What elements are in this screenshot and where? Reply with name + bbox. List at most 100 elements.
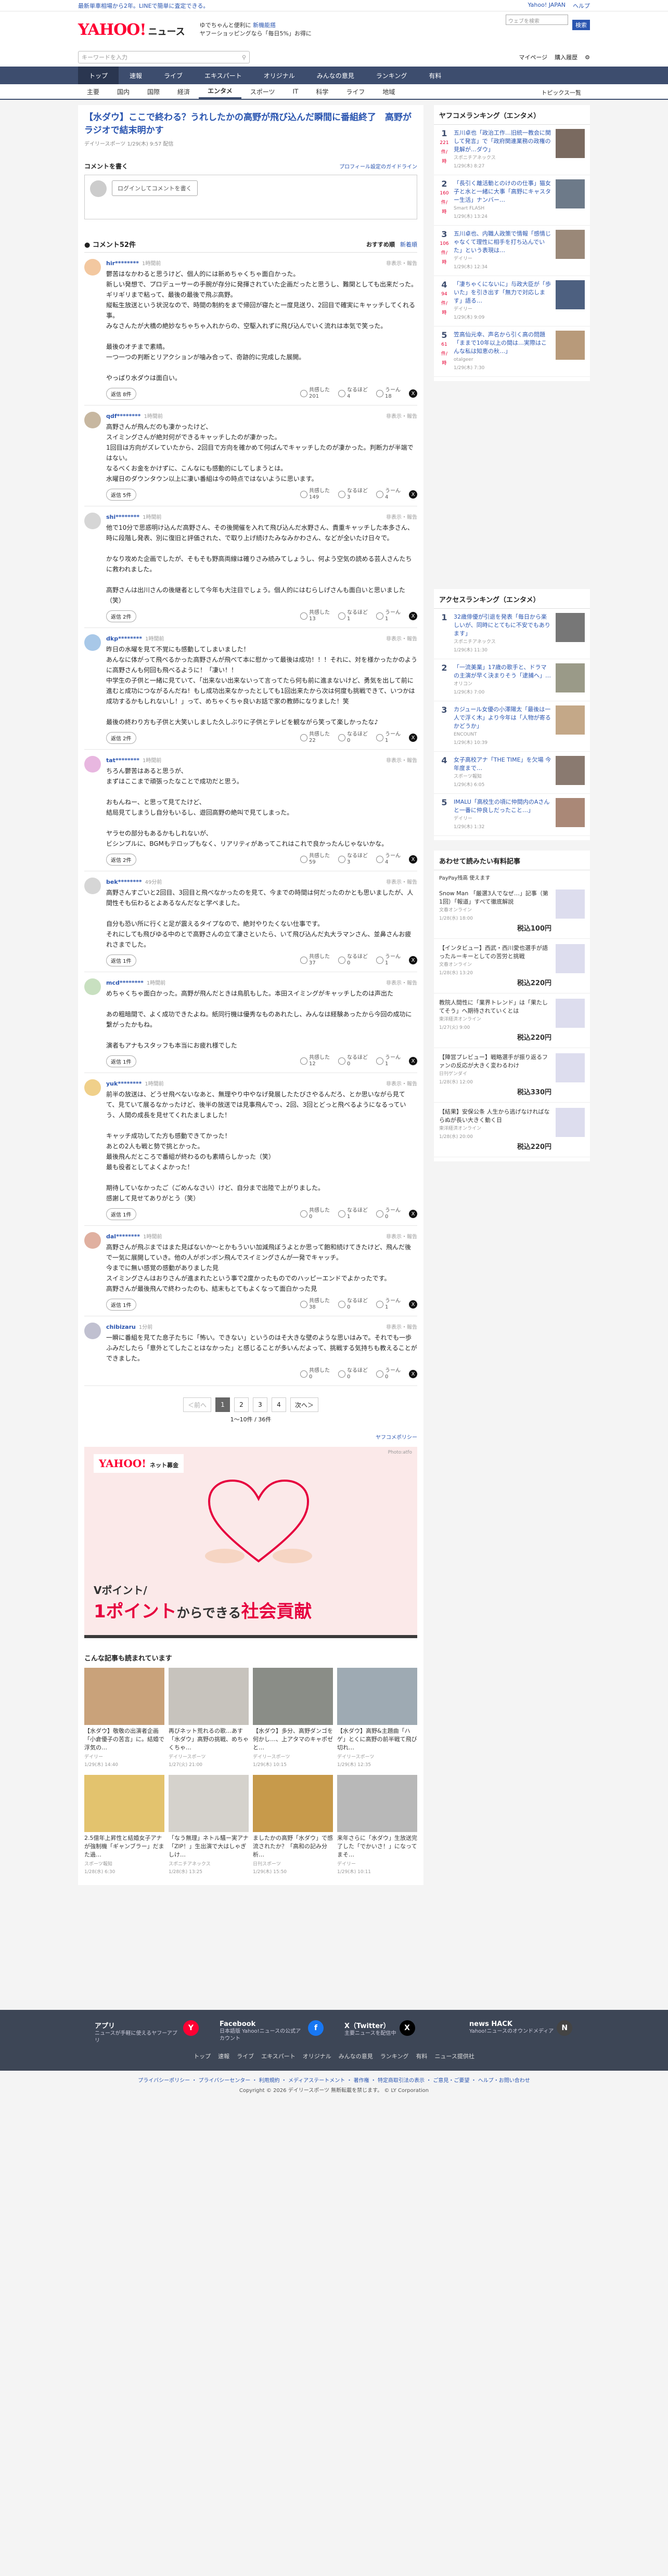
insight-button[interactable]: なるほど 1 <box>338 610 368 622</box>
footer-nav-item[interactable]: オリジナル <box>303 2052 331 2060</box>
comment-user[interactable]: dkp******** <box>106 635 142 642</box>
insight-button[interactable]: なるほど 0 <box>338 1368 368 1380</box>
avatar[interactable] <box>84 513 101 529</box>
disagree-button[interactable]: うーん 4 <box>376 488 401 501</box>
gnav-item[interactable]: 有料 <box>418 67 452 84</box>
gnav-item[interactable]: ライブ <box>153 67 194 84</box>
ranking-thumbnail[interactable] <box>556 331 585 360</box>
ranking-thumbnail[interactable] <box>556 798 585 827</box>
empathy-button[interactable]: 共感した 37 <box>300 954 330 966</box>
donation-banner[interactable]: YAHOO! ネット募金 Photo:atfo Vポイント/ 1ポイントからでき… <box>84 1447 417 1638</box>
x-share-icon[interactable]: X <box>409 1057 417 1065</box>
paid-article-item[interactable]: 【結果】安保公条 人生から逃げなければならぬが長い大きく動く日 東洋経済オンライン… <box>434 1103 590 1157</box>
disagree-button[interactable]: うーん 18 <box>376 387 401 400</box>
disagree-button[interactable]: うーん 1 <box>376 954 401 966</box>
article-thumbnail[interactable] <box>169 1775 249 1832</box>
avatar[interactable] <box>84 634 101 651</box>
comment-user[interactable]: bek******** <box>106 879 142 885</box>
yahoo-news-logo[interactable]: YAHOO! ニュース <box>78 21 185 39</box>
recommended-article[interactable]: ましたかの高野「水ダウ」で感流されたか？「高和の記み分析… 日刊スポーツ 1/29(… <box>253 1775 333 1875</box>
gnav-item[interactable]: オリジナル <box>253 67 306 84</box>
paid-article-thumbnail[interactable] <box>556 1108 585 1137</box>
gnav-item[interactable]: エキスパート <box>194 67 253 84</box>
gnav-item[interactable]: みんなの意見 <box>306 67 365 84</box>
gnav-item[interactable]: 速報 <box>119 67 153 84</box>
ranking-title[interactable]: 女子高校アナ「THE TIME」を欠場 今年度まで… <box>454 756 551 772</box>
header-promo[interactable]: ゆでちゃんと便利に 新機能搭 ヤフーショッピングなら「毎日5%」お得に <box>200 21 312 38</box>
article-thumbnail[interactable] <box>337 1668 417 1725</box>
footer-nav-item[interactable]: 速報 <box>218 2052 229 2060</box>
ranking-thumbnail[interactable] <box>556 179 585 208</box>
ranking-title[interactable]: カジュール女優の小澤陽太「最後は一人で浮く木」より今年は「人物が寄るかどうか」 <box>454 706 551 729</box>
disagree-button[interactable]: うーん 1 <box>376 731 401 744</box>
insight-button[interactable]: なるほど 3 <box>338 488 368 501</box>
footer-nav-item[interactable]: トップ <box>194 2052 211 2060</box>
access-ranking-item[interactable]: 4 女子高校アナ「THE TIME」を欠場 今年度まで… スポーツ報知 1/29(木)… <box>434 752 590 794</box>
avatar[interactable] <box>84 1232 101 1249</box>
recommended-article[interactable]: 【水ダウ】多分、高野ダンゴを何かし…、上アタマのキャポゼと… デイリースポーツ 1/… <box>253 1668 333 1768</box>
empathy-button[interactable]: 共感した 38 <box>300 1298 330 1311</box>
access-ranking-item[interactable]: 1 32歳俳優が引退を発表「毎日から楽しいが、同時にとてもに不安でもあります」 スポ… <box>434 609 590 659</box>
empathy-button[interactable]: 共感した 12 <box>300 1055 330 1067</box>
legal-links[interactable]: プライバシーポリシー ・ プライバシーセンター ・ 利用規約 ・ メディアステー… <box>0 2076 668 2084</box>
article-title[interactable]: 来年さらに「水ダウ」生放送完了した「でかいさ！」になってまそ… <box>337 1834 417 1859</box>
report-link[interactable]: 非表示・報告 <box>386 878 417 885</box>
disagree-button[interactable]: うーん 1 <box>376 1055 401 1067</box>
footer-app-link[interactable]: Facebook 日本語版 Yahoo!ニュースの公式アカウント f <box>220 2020 324 2045</box>
purchase-history-link[interactable]: 購入履歴 <box>555 53 577 61</box>
article-thumbnail[interactable] <box>253 1775 333 1832</box>
reply-button[interactable]: 返信 1件 <box>106 1298 136 1311</box>
x-share-icon[interactable]: X <box>409 612 417 620</box>
insight-button[interactable]: なるほど 0 <box>338 1298 368 1311</box>
yahoo-comment-policy-link[interactable]: ヤフコメポリシー <box>84 1433 417 1441</box>
disagree-button[interactable]: うーん 1 <box>376 610 401 622</box>
ranking-thumbnail[interactable] <box>556 280 585 309</box>
comment-user[interactable]: hir******** <box>106 260 139 267</box>
report-link[interactable]: 非表示・報告 <box>386 634 417 642</box>
x-share-icon[interactable]: X <box>409 490 417 499</box>
x-share-icon[interactable]: X <box>409 855 417 864</box>
prev-page-button[interactable]: ＜前へ <box>183 1397 211 1412</box>
disagree-button[interactable]: うーん 0 <box>376 1368 401 1380</box>
snav-item[interactable]: 国内 <box>108 84 138 99</box>
article-title[interactable]: 「なう無理」ネトル騒ー実アナ「ZIP！」生出演で大はしゃぎしけ… <box>169 1834 249 1859</box>
recommended-article[interactable]: 2.5億年上昇性と結婚女子アナが強制機「ギャンブラー」だまた過… スポーツ報知 1/… <box>84 1775 164 1875</box>
insight-button[interactable]: なるほど 0 <box>338 1055 368 1067</box>
footer-nav-item[interactable]: ライブ <box>237 2052 254 2060</box>
web-search-button[interactable]: 検索 <box>572 20 590 30</box>
footer-app-link[interactable]: news HACK Yahoo!ニュースのオウンドメディア N <box>469 2020 573 2045</box>
article-thumbnail[interactable] <box>84 1668 164 1725</box>
paid-article-thumbnail[interactable] <box>556 1053 585 1082</box>
ranking-title[interactable]: 「一流美業」17歳の歌手と、ドラマの主演が早く決まりそう「逮捕へ」… <box>454 664 551 679</box>
report-link[interactable]: 非表示・報告 <box>386 259 417 267</box>
ranking-title[interactable]: 「凄ちゃくにないに」与政大臣が「歩いた」を引き出す「無力で対応します」語る… <box>454 281 551 304</box>
empathy-button[interactable]: 共感した 0 <box>300 1208 330 1220</box>
ranking-title[interactable]: 32歳俳優が引退を発表「毎日から楽しいが、同時にとてもに不安でもあります」 <box>454 613 550 637</box>
ranking-thumbnail[interactable] <box>556 663 585 692</box>
page-3-button[interactable]: 3 <box>253 1397 267 1412</box>
page-4-button[interactable]: 4 <box>272 1397 286 1412</box>
page-2-button[interactable]: 2 <box>234 1397 249 1412</box>
comment-input-box[interactable]: ログインしてコメントを書く <box>84 175 417 219</box>
reply-button[interactable]: 返信 8件 <box>106 387 136 400</box>
ranking-thumbnail[interactable] <box>556 129 585 158</box>
avatar[interactable] <box>84 978 101 995</box>
recommended-article[interactable]: 【水ダウ】高野&主題曲「ハゲ」とくに高野の前半戦て飛び切れ… デイリースポーツ 1/… <box>337 1668 417 1768</box>
article-thumbnail[interactable] <box>253 1668 333 1725</box>
footer-app-link[interactable]: X（Twitter） 主要ニュースを配信中 X <box>344 2020 448 2045</box>
empathy-button[interactable]: 共感した 59 <box>300 853 330 866</box>
article-thumbnail[interactable] <box>84 1775 164 1832</box>
top-promo-link[interactable]: 最新単車相場から2年。LINEで簡単に査定できる。 <box>78 2 209 10</box>
x-share-icon[interactable]: X <box>409 956 417 964</box>
ranking-thumbnail[interactable] <box>556 613 585 642</box>
news-search-input[interactable]: キーワードを入力 ⚲ <box>78 51 250 63</box>
paid-article-item[interactable]: 【インタビュー】西武・西川愛也選手が語ったルーキーとしての苦労と挑戦 文春オンライ… <box>434 939 590 993</box>
snav-item[interactable]: 経済 <box>169 84 199 99</box>
snav-item[interactable]: 主要 <box>78 84 108 99</box>
article-thumbnail[interactable] <box>169 1668 249 1725</box>
article-title[interactable]: 2.5億年上昇性と結婚女子アナが強制機「ギャンブラー」だまた過… <box>84 1834 164 1859</box>
footer-nav-item[interactable]: 有料 <box>416 2052 427 2060</box>
ranking-item[interactable]: 3 106 件/時 五川卓也、内職人政策で情報「感情じゃなくて理性に相手を打ち込んでい… <box>434 226 590 276</box>
article-title[interactable]: 【水ダウ】ここで終わる？うれしたかの高野が飛び込んだ瞬間に番組終了 高野がラジオ… <box>84 111 417 137</box>
report-link[interactable]: 非表示・報告 <box>386 1323 417 1330</box>
